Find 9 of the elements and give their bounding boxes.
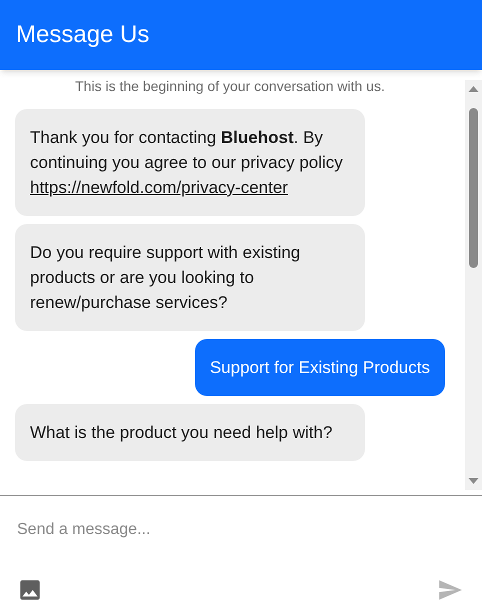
privacy-link[interactable]: https://newfold.com/privacy-center: [30, 178, 288, 197]
scrollbar[interactable]: [465, 80, 482, 490]
message-text: Support for Existing Products: [210, 357, 430, 379]
message-text: What is the product you need help with?: [30, 422, 334, 444]
message-input[interactable]: Send a message...: [17, 518, 465, 542]
message-text: Do you require support with existing products or are you looking to renew/purchase services?: [30, 242, 302, 314]
header-title: Message Us: [16, 20, 150, 50]
message-text: Thank you for contacting Bluehost. By continuing you agree to our privacy policy https://newfold.com/privacy-center: [30, 127, 344, 199]
conversation-intro: This is the beginning of your conversation with us.: [74, 77, 386, 96]
